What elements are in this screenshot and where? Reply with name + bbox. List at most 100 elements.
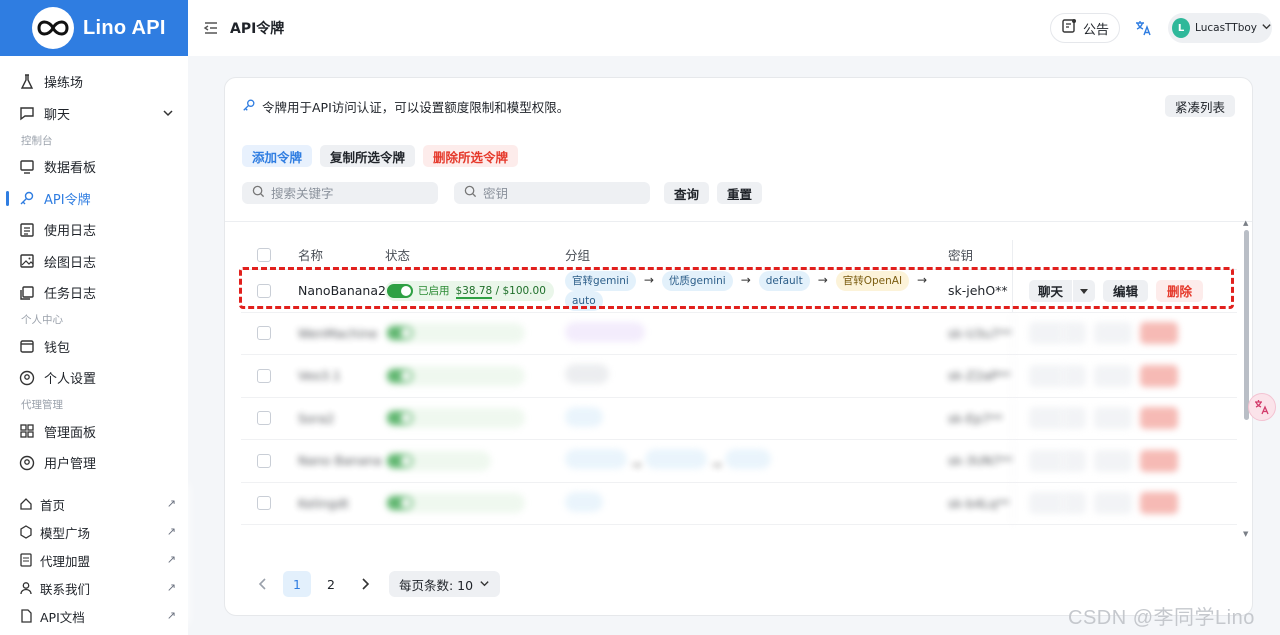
chat-dropdown-button (1064, 322, 1086, 345)
status-cell (385, 365, 565, 386)
section-personal: 个人中心 (21, 314, 63, 326)
external-link-icon: ↗ (166, 581, 176, 594)
sidebar-item-chat[interactable]: 聊天 (0, 98, 188, 130)
sidebar-item-admin-panel[interactable]: 管理面板 (0, 416, 188, 448)
language-icon[interactable] (1134, 19, 1152, 41)
column-name: 名称 (298, 248, 324, 263)
translate-float-icon[interactable] (1248, 393, 1276, 421)
arrow-right-icon: → (631, 458, 642, 473)
group-chain: 官转gemini → 优质gemini → default → 官转OpenAI… (565, 270, 948, 311)
row-checkbox[interactable] (257, 496, 271, 511)
copy-selected-button[interactable]: 复制所选令牌 (320, 145, 416, 167)
sidebar-item-task-logs[interactable]: 任务日志 (0, 277, 188, 309)
chat-button (1029, 322, 1063, 345)
reset-button[interactable]: 重置 (717, 182, 763, 204)
notice-button[interactable]: 公告 (1050, 13, 1121, 43)
user-menu-button[interactable]: L LucasTTboy (1168, 13, 1272, 43)
chevron-down-icon[interactable] (162, 107, 174, 123)
page-2-button[interactable]: 2 (317, 571, 345, 597)
link-contact[interactable]: 联系我们 ↗ (0, 574, 188, 602)
brand-header[interactable]: Lino API (0, 0, 188, 56)
sidebar-item-usage-logs[interactable]: 使用日志 (0, 214, 188, 246)
compact-list-button[interactable]: 紧凑列表 (1164, 95, 1235, 117)
link-home[interactable]: 首页 ↗ (0, 490, 188, 518)
chat-button (1029, 364, 1063, 387)
status-badge: 已启用 $38.78 / $100.00 (385, 280, 554, 301)
delete-selected-button[interactable]: 删除所选令牌 (423, 145, 519, 167)
sidebar-item-wallet[interactable]: 钱包 (0, 331, 188, 363)
chat-button (1029, 492, 1063, 515)
wallet-icon (18, 337, 36, 355)
row-actions (1012, 312, 1237, 354)
prev-page-button[interactable] (249, 571, 277, 597)
enable-toggle (387, 368, 413, 383)
scrollbar[interactable] (1244, 230, 1249, 420)
scroll-down-arrow[interactable]: ▼ (1243, 530, 1248, 538)
enable-toggle[interactable] (387, 283, 413, 298)
key-search[interactable] (454, 182, 650, 204)
token-key[interactable]: sk-jehO** (948, 283, 1012, 298)
watermark: CSDN @李同学Lino (1068, 607, 1255, 629)
keyword-search-input[interactable] (271, 185, 411, 201)
sidebar-item-settings[interactable]: 个人设置 (0, 362, 188, 394)
link-api-docs[interactable]: API文档 ↗ (0, 602, 188, 630)
table-row: Nano Banana → → sk-3UN7** (241, 440, 1237, 483)
key-icon (242, 98, 256, 115)
sidebar-item-drawing-logs[interactable]: 绘图日志 (0, 246, 188, 278)
key-search-input[interactable] (483, 185, 623, 201)
row-select-cell (241, 368, 281, 383)
chat-dropdown-button (1064, 449, 1086, 472)
chevron-down-icon (1261, 21, 1272, 36)
edit-button (1094, 322, 1132, 345)
select-all-checkbox[interactable] (257, 247, 271, 262)
monitor-icon (18, 158, 36, 176)
chat-dropdown-button[interactable] (1073, 279, 1096, 302)
next-page-button[interactable] (351, 571, 379, 597)
sidebar-item-label: 操练场 (44, 76, 84, 92)
chat-button[interactable]: 聊天 (1029, 279, 1073, 302)
group-chain (565, 364, 948, 387)
row-checkbox[interactable] (257, 326, 271, 341)
query-button[interactable]: 查询 (664, 182, 710, 204)
collapse-sidebar-icon[interactable] (202, 19, 220, 37)
page-size-select[interactable]: 每页条数: 10 (389, 571, 501, 597)
enable-toggle (387, 411, 413, 426)
row-checkbox[interactable] (257, 368, 271, 383)
top-header: API令牌 公告 L LucasTTboy (188, 0, 1280, 56)
chat-bubble-icon (18, 104, 36, 122)
user-circle-icon (18, 454, 36, 472)
status-badge (385, 323, 525, 344)
key-icon (18, 189, 36, 207)
link-label: 首页 (40, 497, 66, 513)
link-agent-join[interactable]: 代理加盟 ↗ (0, 546, 188, 574)
home-icon (18, 496, 34, 512)
delete-button[interactable]: 删除 (1156, 279, 1204, 302)
description: 令牌用于API访问认证，可以设置额度限制和模型权限。 (242, 97, 569, 116)
keyword-search[interactable] (242, 182, 438, 204)
search-icon (464, 185, 477, 201)
sidebar-item-playground[interactable]: 操练场 (0, 66, 188, 98)
action-row: 添加令牌 复制所选令牌 删除所选令牌 (242, 145, 519, 167)
link-model-square[interactable]: 模型广场 ↗ (0, 518, 188, 546)
sidebar-item-api-tokens[interactable]: API令牌 (0, 183, 188, 215)
group-tag: 优质gemini (661, 270, 733, 291)
edit-button[interactable]: 编辑 (1103, 279, 1149, 302)
enable-toggle (387, 453, 413, 468)
page-1-button[interactable]: 1 (283, 571, 311, 597)
chevron-left-icon (258, 578, 266, 590)
table-row: Veo3.1 sk-Z2aP** (241, 355, 1237, 398)
token-name: Kelingdt (298, 495, 349, 511)
sidebar-item-label: 管理面板 (44, 425, 97, 441)
add-token-button[interactable]: 添加令牌 (242, 145, 313, 167)
sidebar-item-label: 个人设置 (44, 372, 97, 388)
row-checkbox[interactable] (257, 283, 271, 298)
table-row: Sora2 sk-Ep7** (241, 397, 1237, 440)
row-checkbox[interactable] (257, 411, 271, 426)
external-link-icon: ↗ (166, 609, 176, 622)
sidebar-item-user-management[interactable]: 用户管理 (0, 447, 188, 479)
scroll-up-arrow[interactable]: ▲ (1243, 219, 1248, 227)
sidebar-item-dashboard[interactable]: 数据看板 (0, 151, 188, 183)
table-row: WenMachine sk-U3u7** (241, 312, 1237, 355)
row-checkbox[interactable] (257, 453, 271, 468)
group-tag (565, 364, 609, 385)
